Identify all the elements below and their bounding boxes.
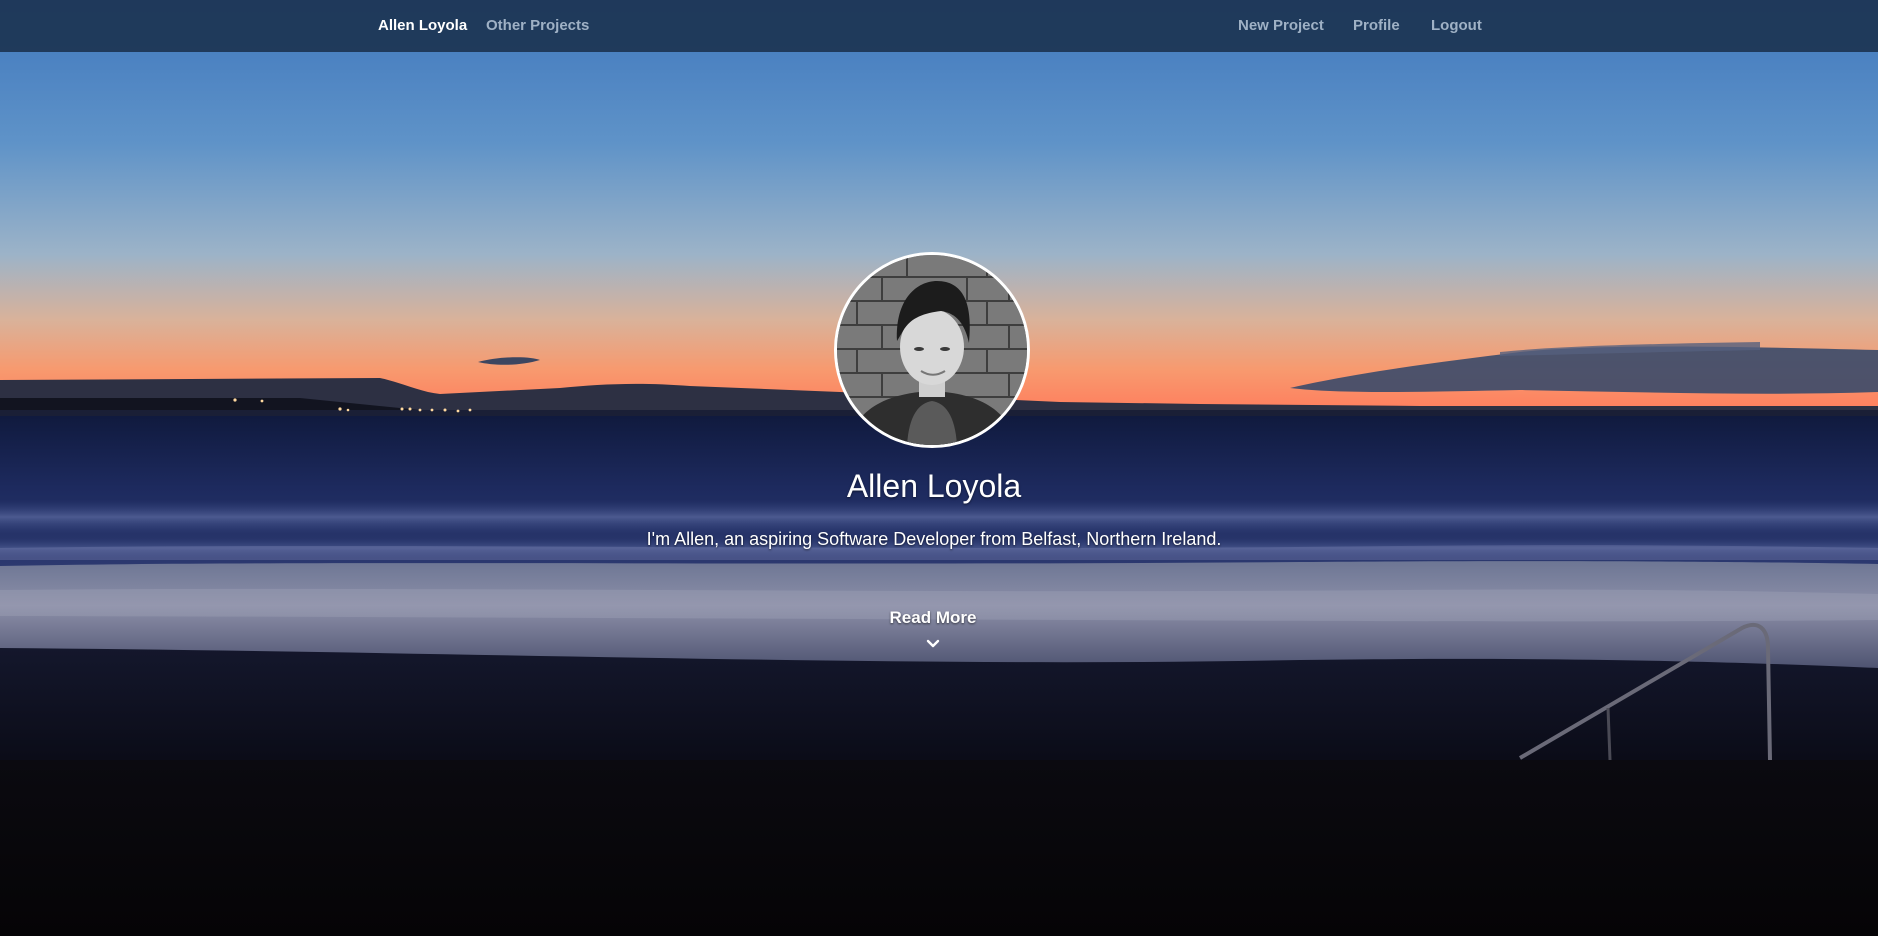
nav-new-project-link[interactable]: New Project: [1238, 0, 1324, 52]
top-navbar: Allen Loyola Other Projects New Project …: [0, 0, 1878, 52]
read-more-button[interactable]: Read More: [850, 606, 1016, 676]
nav-logout-link[interactable]: Logout: [1431, 0, 1482, 52]
read-more-label: Read More: [889, 608, 977, 627]
chevron-down-icon: [926, 639, 940, 648]
hero-name: Allen Loyola: [846, 468, 1022, 504]
nav-profile-link[interactable]: Profile: [1353, 0, 1400, 52]
nav-other-projects-link[interactable]: Other Projects: [486, 0, 589, 52]
hero-section: Allen Loyola I'm Allen, an aspiring Soft…: [0, 0, 1878, 936]
brand-link[interactable]: Allen Loyola: [378, 0, 467, 52]
hero-bio: I'm Allen, an aspiring Software Develope…: [646, 529, 1222, 549]
profile-photo: [837, 255, 1027, 445]
avatar: [834, 252, 1030, 448]
